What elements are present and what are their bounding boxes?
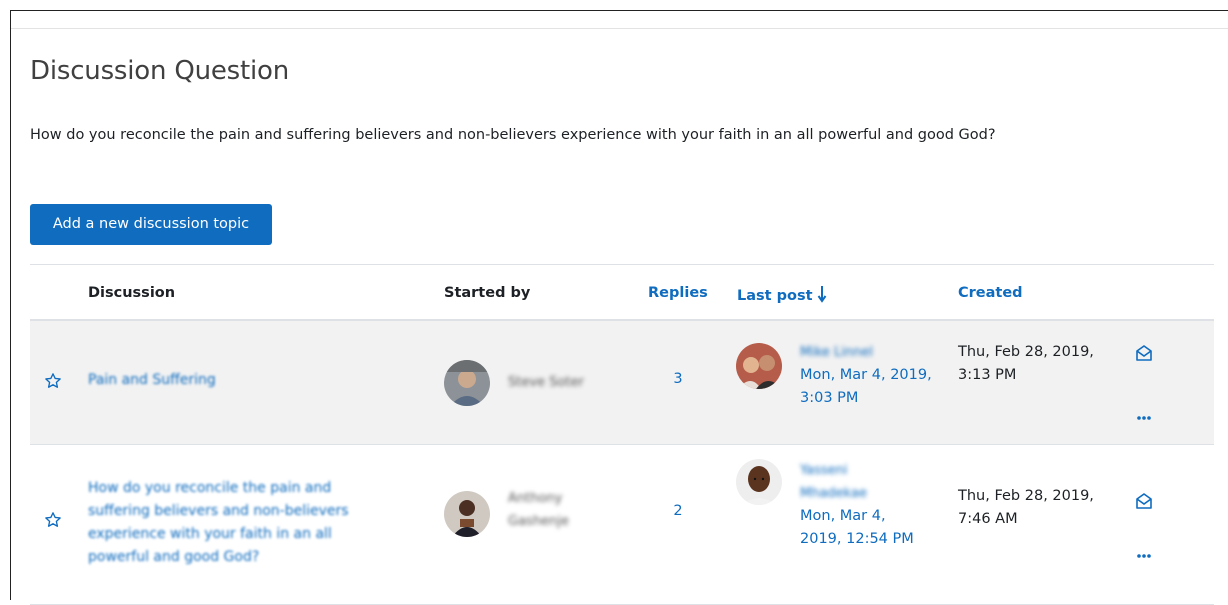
more-actions-icon[interactable]	[1136, 553, 1152, 559]
star-outline-icon[interactable]	[44, 372, 62, 390]
star-outline-icon[interactable]	[44, 511, 62, 529]
created-date: Thu, Feb 28, 2019, 3:13 PM	[958, 344, 1094, 383]
author-name[interactable]: Anthony Gashenje	[508, 487, 618, 533]
table-row: Pain and Suffering Steve Soter 3 Mike Li…	[30, 321, 1214, 445]
table-row: How do you reconcile the pain and suffer…	[30, 445, 1214, 605]
avatar[interactable]	[444, 491, 490, 537]
discussion-topic-link[interactable]: Pain and Suffering	[88, 369, 378, 392]
last-post-date-link[interactable]: Mon, Mar 4, 2019, 3:03 PM	[800, 364, 940, 410]
column-header-created[interactable]: Created	[958, 285, 1023, 301]
discussion-topic-link[interactable]: How do you reconcile the pain and suffer…	[88, 477, 378, 569]
column-header-started-by: Started by	[444, 285, 531, 301]
sort-down-arrow-icon	[817, 286, 826, 303]
replies-count[interactable]: 2	[658, 503, 698, 519]
column-header-last-post-sort[interactable]: Last post	[737, 285, 827, 304]
column-header-discussion: Discussion	[88, 285, 176, 301]
last-post-date-link[interactable]: Mon, Mar 4, 2019, 12:54 PM	[800, 505, 920, 551]
last-post-author[interactable]: Yasseni Mhadekae	[800, 459, 910, 505]
column-header-last-post[interactable]: Last post	[737, 288, 813, 304]
add-discussion-topic-button[interactable]: Add a new discussion topic	[30, 204, 272, 245]
last-post-avatar[interactable]	[736, 343, 782, 389]
column-header-replies[interactable]: Replies	[648, 285, 708, 301]
avatar[interactable]	[444, 360, 490, 406]
subscribe-envelope-icon[interactable]	[1134, 491, 1154, 511]
last-post-avatar[interactable]	[736, 459, 782, 505]
author-name[interactable]: Steve Soter	[508, 371, 618, 394]
replies-count[interactable]: 3	[658, 371, 698, 387]
last-post-author[interactable]: Mike Linnel	[800, 341, 910, 364]
more-actions-icon[interactable]	[1136, 415, 1152, 421]
subscribe-envelope-icon[interactable]	[1134, 343, 1154, 363]
discussion-list-table: Discussion Started by Replies Last post …	[30, 264, 1214, 605]
created-date: Thu, Feb 28, 2019, 7:46 AM	[958, 488, 1094, 527]
header-divider	[11, 28, 1228, 29]
page-title: Discussion Question	[30, 56, 290, 86]
forum-description: How do you reconcile the pain and suffer…	[30, 127, 996, 143]
table-header: Discussion Started by Replies Last post …	[30, 265, 1214, 321]
